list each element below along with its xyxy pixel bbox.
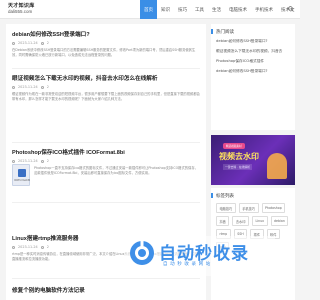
- thumbnail-label: ICOFormat.8bi: [14, 179, 30, 182]
- article-date: 2023-11-24: [18, 85, 38, 89]
- clock-icon: [12, 245, 15, 249]
- list-item: debian如何修改SSH登录端口? 2023-11-24 2 在Debian系…: [12, 30, 200, 64]
- banner-subtitle: 一键去除 · 在线解析: [223, 164, 253, 170]
- nav-item-home[interactable]: 首页: [140, 0, 157, 19]
- tag-link[interactable]: Linux: [251, 216, 268, 226]
- list-item: 修复个别的电脑软件方法记录: [12, 286, 200, 294]
- hot-read-link[interactable]: 眼证视频怎么下载无水印的视频，抖音去: [216, 49, 291, 54]
- panel-title: 热门阅读: [211, 29, 234, 35]
- divider: [12, 278, 200, 279]
- site-logo[interactable]: 天才知识库 dali555.com: [8, 3, 48, 15]
- article-excerpt: 在Debian系统中修改SSH登录端口的方法需要编辑SSH服务的配置文件，修改P…: [12, 48, 196, 58]
- hot-read-link[interactable]: debian如何修改SSH登录端口?: [216, 69, 291, 74]
- logo-url: dali555.com: [8, 9, 33, 14]
- panel-title: 标签列表: [211, 193, 234, 199]
- article-views: 2: [46, 159, 49, 163]
- article-date: 2023-11-24: [18, 245, 38, 249]
- article-title[interactable]: 修复个别的电脑软件方法记录: [12, 286, 200, 294]
- article-date: 2023-11-24: [18, 41, 38, 45]
- article-date: 2023-11-24: [18, 159, 38, 163]
- banner-title: 视频去水印: [219, 152, 259, 161]
- banner-illustration: [267, 153, 287, 179]
- article-meta: 2023-11-24 2: [12, 85, 200, 89]
- eye-icon: [40, 159, 44, 163]
- tag-link[interactable]: Photoshop: [261, 203, 286, 213]
- tag-link[interactable]: 电脑技巧: [216, 203, 236, 213]
- article-title[interactable]: 眼证视频怎么下载无水印的视频，抖音去水印怎么在线解析: [12, 74, 200, 82]
- tag-link[interactable]: 手机技巧: [238, 203, 259, 213]
- watermark-overlay: 自动秒收录 自 动 秒 收 录 网 站: [125, 236, 275, 276]
- article-views: 2: [46, 41, 49, 45]
- divider: [12, 68, 200, 69]
- banner-badge: 精选视频素材: [223, 143, 245, 149]
- list-item: 眼证视频怎么下载无水印的视频，抖音去水印怎么在线解析 2023-11-24 2 …: [12, 74, 200, 108]
- clock-icon: [12, 159, 15, 163]
- promo-banner[interactable]: 精选视频素材 视频去水印 一键去除 · 在线解析: [211, 135, 295, 185]
- article-excerpt: Photoshop一直不支持保存ico格式的图标文件，不过通过安装一款插件即可让…: [34, 166, 198, 176]
- main-nav: 首页 知识 技巧 工具 生活 电脑技术 手机技术 技术文: [140, 0, 299, 19]
- hot-read-link[interactable]: debian如何修改SSH登录端口?: [216, 39, 291, 44]
- site-header: 天才知识库 dali555.com 首页 知识 技巧 工具 生活 电脑技术 手机…: [0, 0, 300, 19]
- divider: [12, 142, 200, 143]
- clock-icon: [12, 85, 15, 89]
- nav-item-tips[interactable]: 技巧: [174, 0, 191, 19]
- nav-item-phone-tech[interactable]: 手机技术: [251, 0, 277, 19]
- tag-link[interactable]: debian: [270, 216, 289, 226]
- tag-link[interactable]: 抖音: [216, 216, 230, 226]
- hot-reads-list: debian如何修改SSH登录端口? 眼证视频怎么下载无水印的视频，抖音去 Ph…: [216, 39, 291, 79]
- article-views: 2: [46, 85, 49, 89]
- eye-icon: [40, 245, 44, 249]
- article-views: 2: [46, 245, 49, 249]
- watermark-logo-icon: [130, 241, 154, 265]
- article-meta: 2023-11-24 2: [12, 159, 200, 163]
- tag-link[interactable]: 去水印: [232, 216, 249, 226]
- nav-item-pc-tech[interactable]: 电脑技术: [225, 0, 251, 19]
- watermark-subtitle: 自 动 秒 收 录 网 站: [163, 262, 211, 267]
- eye-icon: [40, 41, 44, 45]
- article-excerpt: 眼证视频作为现在一款非常受欢迎的短视频平台，很多用户都想要下载上面的视频保存到自…: [12, 92, 200, 102]
- clock-icon: [12, 41, 15, 45]
- hot-read-link[interactable]: Photoshop保存ICO格式插件: [216, 59, 291, 64]
- hot-reads-panel: 热门阅读 debian如何修改SSH登录端口? 眼证视频怎么下载无水印的视频，抖…: [211, 24, 295, 130]
- divider: [12, 202, 200, 203]
- nav-item-knowledge[interactable]: 知识: [157, 0, 174, 19]
- nav-item-tools[interactable]: 工具: [191, 0, 208, 19]
- article-meta: 2023-11-24 2: [12, 41, 200, 45]
- article-title[interactable]: debian如何修改SSH登录端口?: [12, 30, 200, 38]
- nav-item-life[interactable]: 生活: [208, 0, 225, 19]
- list-item: Photoshop保存ICO格式插件 ICOFormat.8bi 2023-11…: [12, 148, 200, 186]
- search-icon[interactable]: [288, 6, 294, 12]
- file-icon: [18, 169, 26, 177]
- article-title[interactable]: Photoshop保存ICO格式插件 ICOFormat.8bi: [12, 148, 200, 156]
- eye-icon: [40, 85, 44, 89]
- article-thumbnail[interactable]: ICOFormat.8bi: [12, 164, 30, 186]
